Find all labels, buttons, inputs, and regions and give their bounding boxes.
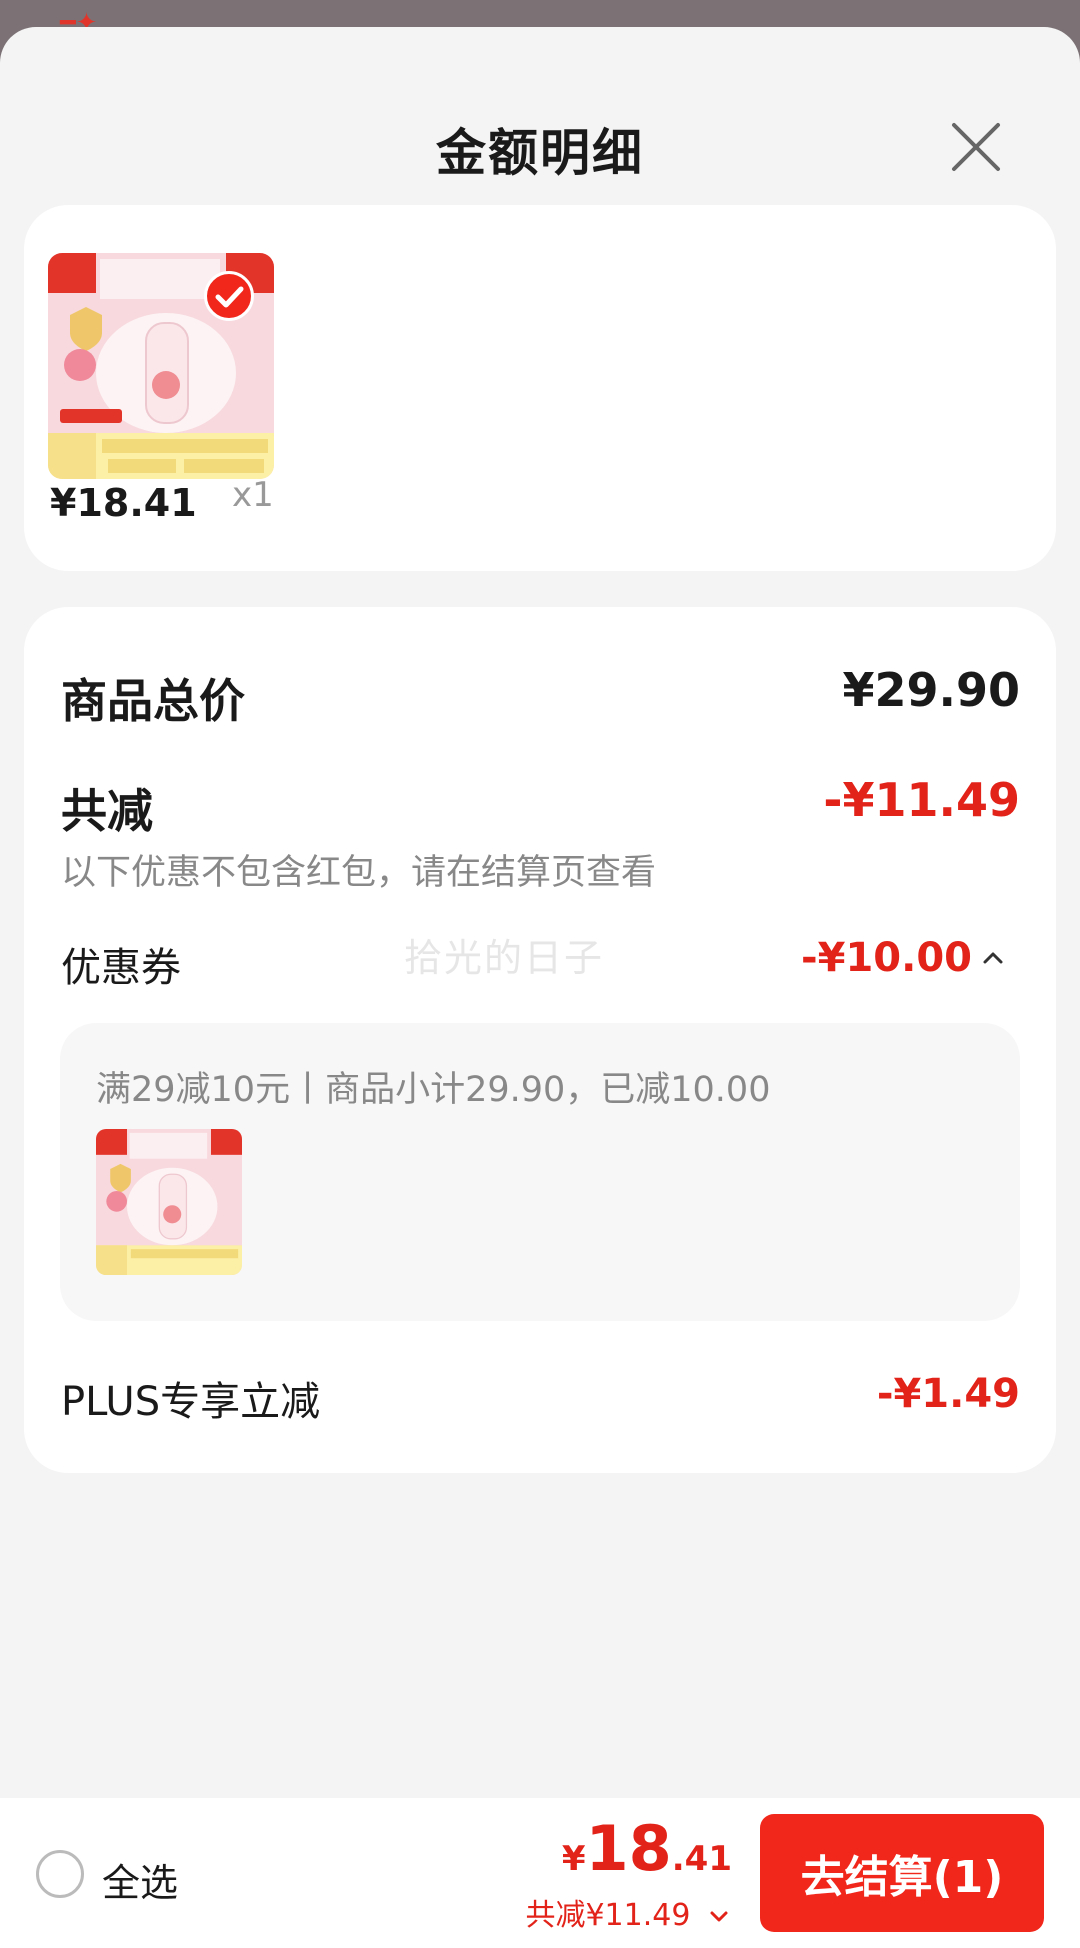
total-discount-text: 共减¥11.49 <box>525 1898 691 1933</box>
checkout-bar: 全选 ¥18.41 共减¥11.49 去结算(1) <box>0 1798 1080 1948</box>
plus-label: PLUS专享立减 <box>61 1379 321 1425</box>
coupon-toggle[interactable]: -¥10.00 <box>801 935 1008 981</box>
discount-label: 共减 <box>61 784 153 838</box>
item-quantity: x1 <box>232 475 274 515</box>
total-discount-toggle[interactable]: 共减¥11.49 <box>525 1890 732 1934</box>
check-icon <box>215 286 244 308</box>
watermark: 拾光的日子 <box>404 936 605 980</box>
price-detail-card: 商品总价 ¥29.90 共减 -¥11.49 以下优惠不包含红包，请在结算页查看… <box>24 607 1056 1473</box>
select-all-radio[interactable] <box>36 1850 84 1898</box>
coupon-label: 优惠券 <box>61 945 181 991</box>
item-price: ¥18.41 <box>50 481 197 525</box>
amount-detail-sheet: 金额明细 ¥18.41 x1 商品总价 ¥29.90 共减 -¥11.49 以下… <box>0 27 1080 1948</box>
discount-note: 以下优惠不包含红包，请在结算页查看 <box>61 853 657 893</box>
subtotal-value: ¥29.90 <box>842 663 1020 717</box>
chevron-down-icon <box>710 1911 728 1921</box>
coupon-detail-box: 满29减10元丨商品小计29.90，已减10.00 <box>60 1023 1020 1321</box>
close-button[interactable] <box>946 117 1006 177</box>
plus-value: -¥1.49 <box>876 1371 1020 1417</box>
sheet-header: 金额明细 <box>0 67 1080 187</box>
price-integer: 18 <box>585 1812 672 1885</box>
select-all-label[interactable]: 全选 <box>102 1852 178 1907</box>
coupon-description: 满29减10元丨商品小计29.90，已减10.00 <box>96 1070 771 1110</box>
page-title: 金额明细 <box>436 124 644 182</box>
subtotal-label: 商品总价 <box>61 674 245 728</box>
checkout-button[interactable]: 去结算(1) <box>760 1814 1044 1932</box>
currency-symbol: ¥ <box>561 1839 586 1879</box>
price-decimal: .41 <box>671 1839 732 1879</box>
product-card: ¥18.41 x1 <box>24 205 1056 571</box>
coupon-product-image <box>96 1129 242 1275</box>
total-price: ¥18.41 <box>562 1812 732 1885</box>
selected-check[interactable] <box>204 271 254 321</box>
coupon-value: -¥10.00 <box>801 935 972 981</box>
chevron-up-icon <box>983 952 1003 964</box>
close-icon <box>952 123 1000 171</box>
discount-value: -¥11.49 <box>823 773 1020 827</box>
